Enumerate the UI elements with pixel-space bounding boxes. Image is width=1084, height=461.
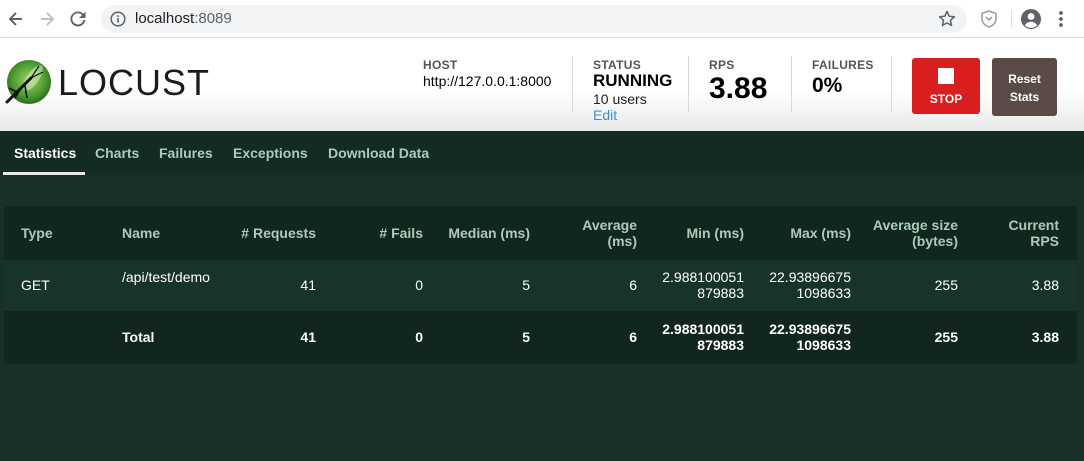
tab-failures[interactable]: Failures	[159, 145, 213, 161]
cell-average-size: 255	[934, 277, 958, 293]
cell-median: 5	[522, 277, 530, 293]
column-header-average-size: Average size (bytes)	[872, 217, 958, 249]
cell-current-rps: 3.88	[1031, 277, 1059, 293]
table-row[interactable]: GET /api/test/demo 41 0 5 6 2.9881000518…	[4, 260, 1077, 311]
cell-requests: 41	[300, 277, 316, 293]
url-port: :8089	[194, 10, 232, 27]
rps-value: 3.88	[709, 72, 768, 105]
bookmark-star-icon[interactable]	[937, 9, 957, 29]
tab-exceptions[interactable]: Exceptions	[233, 145, 308, 161]
table-total-row: Total 41 0 5 6 2.988100051879883 22.9389…	[4, 311, 1077, 364]
cell-min: 2.988100051879883	[662, 269, 744, 301]
profile-avatar-icon[interactable]	[1020, 8, 1042, 30]
total-median: 5	[522, 329, 530, 345]
status-value: RUNNING	[593, 71, 673, 90]
failures-label: FAILURES	[812, 58, 874, 72]
total-min: 2.988100051879883	[662, 321, 744, 353]
toolbar-divider	[1011, 10, 1012, 28]
edit-users-link[interactable]: Edit	[593, 107, 617, 123]
host-label: HOST	[423, 58, 458, 72]
status-label: STATUS	[593, 58, 642, 72]
total-current-rps: 3.88	[1031, 329, 1059, 345]
url-text: localhost:8089	[135, 11, 232, 27]
column-header-requests: # Requests	[241, 225, 316, 241]
header-divider	[791, 56, 792, 112]
cell-type: GET	[21, 277, 50, 293]
kebab-menu-icon[interactable]	[1054, 8, 1068, 30]
cell-max: 22.938966751098633	[769, 269, 851, 301]
forward-button[interactable]	[35, 7, 59, 31]
cell-fails: 0	[415, 277, 423, 293]
info-icon[interactable]	[110, 11, 126, 27]
total-fails: 0	[415, 329, 423, 345]
total-average: 6	[629, 329, 637, 345]
reload-icon	[70, 11, 86, 27]
column-header-type: Type	[21, 225, 53, 241]
back-button[interactable]	[4, 7, 28, 31]
cell-name: /api/test/demo	[122, 269, 210, 285]
column-header-current-rps: Current RPS	[1008, 217, 1059, 249]
header-divider	[572, 56, 573, 112]
address-bar[interactable]: localhost:8089	[101, 5, 967, 33]
forward-arrow-icon	[41, 12, 55, 26]
back-arrow-icon	[8, 12, 22, 26]
column-header-max: Max (ms)	[790, 225, 851, 241]
tab-charts[interactable]: Charts	[95, 145, 139, 161]
url-host: localhost	[135, 10, 195, 27]
browser-toolbar: localhost:8089	[0, 0, 1084, 38]
total-label: Total	[122, 329, 155, 345]
rps-label: RPS	[709, 58, 735, 72]
tab-bar: Statistics Charts Failures Exceptions Do…	[0, 131, 1084, 175]
column-header-average: Average (ms)	[582, 217, 637, 249]
reset-stats-label: Reset Stats	[1008, 72, 1041, 104]
app-header: LOCUST HOST http://127.0.0.1:8000 STATUS…	[0, 38, 1084, 131]
extension-shield-icon[interactable]	[978, 8, 1000, 30]
column-header-median: Median (ms)	[448, 225, 530, 241]
stop-button[interactable]: STOP	[912, 58, 980, 114]
cell-average: 6	[629, 277, 637, 293]
user-count: 10 users	[593, 91, 647, 107]
total-requests: 41	[300, 329, 316, 345]
header-divider	[891, 56, 892, 112]
stop-square-icon	[938, 68, 954, 84]
reset-stats-button[interactable]: Reset Stats	[992, 58, 1057, 116]
header-divider	[688, 56, 689, 112]
tab-download-data[interactable]: Download Data	[328, 145, 429, 161]
logo-wordmark: LOCUST	[58, 62, 211, 103]
column-header-name: Name	[122, 225, 161, 241]
stop-button-label: STOP	[929, 92, 963, 106]
reload-button[interactable]	[66, 7, 90, 31]
tab-statistics[interactable]: Statistics	[14, 145, 76, 161]
column-header-fails: # Fails	[379, 225, 423, 241]
host-value: http://127.0.0.1:8000	[423, 73, 552, 89]
active-tab-indicator	[3, 172, 85, 175]
total-max: 22.938966751098633	[769, 321, 851, 353]
total-average-size: 255	[934, 329, 958, 345]
failures-value: 0%	[812, 74, 843, 97]
locust-logo-icon	[5, 60, 51, 104]
table-header-row: Type Name # Requests # Fails Median (ms)…	[4, 206, 1077, 260]
column-header-min: Min (ms)	[686, 225, 744, 241]
